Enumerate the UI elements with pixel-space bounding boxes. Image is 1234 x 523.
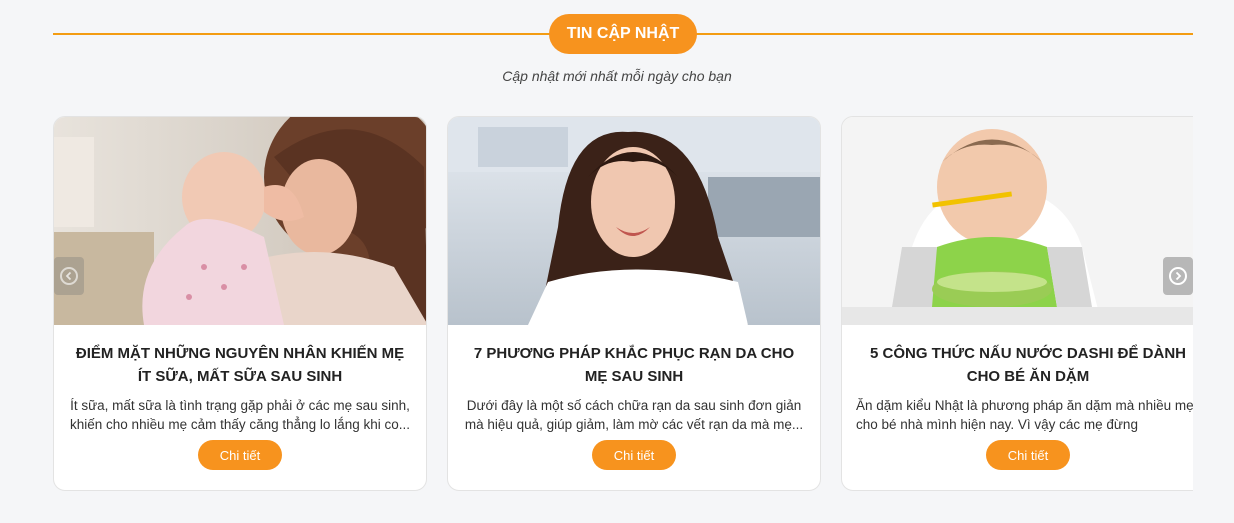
card-excerpt: Ăn dặm kiểu Nhật là phương pháp ăn dặm m…: [856, 398, 1193, 432]
chevron-left-icon: [60, 267, 78, 285]
section-header: TIN CẬP NHẬT: [53, 14, 1193, 54]
news-card[interactable]: 5 CÔNG THỨC NẤU NƯỚC DASHI ĐỂ DÀNH CHO B…: [841, 116, 1193, 491]
card-title[interactable]: 5 CÔNG THỨC NẤU NƯỚC DASHI ĐỂ DÀNH CHO B…: [856, 342, 1193, 388]
news-card[interactable]: ĐIỂM MẶT NHỮNG NGUYÊN NHÂN KHIẾN MẸ ÍT S…: [53, 116, 427, 491]
news-carousel: ĐIỂM MẶT NHỮNG NGUYÊN NHÂN KHIẾN MẸ ÍT S…: [53, 116, 1193, 491]
carousel-next-button[interactable]: [1163, 257, 1193, 295]
section-subtitle: Cập nhật mới nhất mỗi ngày cho bạn: [502, 68, 732, 84]
detail-button[interactable]: Chi tiết: [986, 440, 1070, 470]
mother-holding-baby-photo[interactable]: [54, 117, 426, 325]
card-excerpt: Dưới đây là một số cách chữa rạn da sau …: [464, 398, 804, 432]
carousel-prev-button[interactable]: [54, 257, 84, 295]
card-excerpt: Ít sữa, mất sữa là tình trạng gặp phải ở…: [70, 398, 410, 432]
detail-button[interactable]: Chi tiết: [198, 440, 282, 470]
baby-eating-photo[interactable]: [842, 117, 1193, 325]
detail-button[interactable]: Chi tiết: [592, 440, 676, 470]
card-title[interactable]: 7 PHƯƠNG PHÁP KHẮC PHỤC RẠN DA CHO MẸ SA…: [462, 342, 806, 388]
section-title: TIN CẬP NHẬT: [549, 14, 697, 54]
chevron-right-icon: [1169, 267, 1187, 285]
smiling-woman-photo[interactable]: [448, 117, 820, 325]
news-card[interactable]: 7 PHƯƠNG PHÁP KHẮC PHỤC RẠN DA CHO MẸ SA…: [447, 116, 821, 491]
card-title[interactable]: ĐIỂM MẶT NHỮNG NGUYÊN NHÂN KHIẾN MẸ ÍT S…: [68, 342, 412, 388]
